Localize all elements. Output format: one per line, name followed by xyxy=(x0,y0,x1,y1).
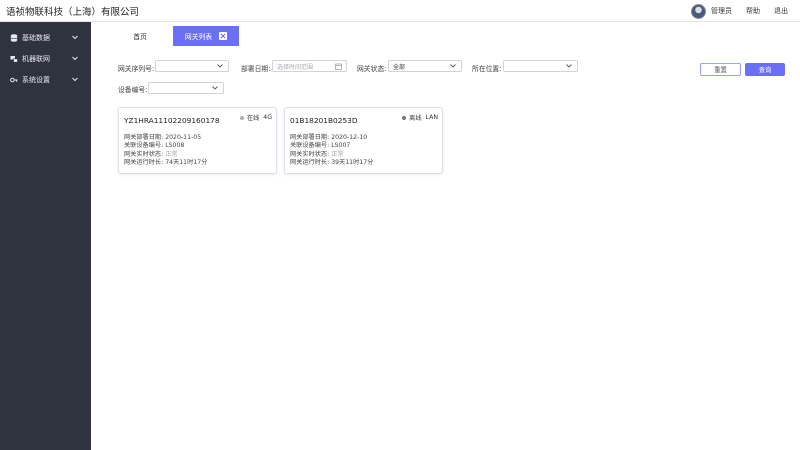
realtime-status: 正常 xyxy=(331,150,344,158)
status-text: 离线 xyxy=(409,115,422,122)
location-select[interactable] xyxy=(503,60,578,72)
status-badge: 在线 4G xyxy=(239,113,272,122)
realtime-status: 正常 xyxy=(165,150,178,158)
detail-label: 网关运行时长: xyxy=(124,159,164,167)
device-number: LS008 xyxy=(165,142,185,150)
sidebar-item-basic-data[interactable]: 基础数据 xyxy=(0,29,91,47)
filter-form: 网关序列号: 部署日期: 选择时间范围 网关状态: 全部 所在位置: 设备编号: xyxy=(91,56,800,96)
gateway-serial: YZ1HRA11102209160178 xyxy=(124,116,220,125)
device-select[interactable] xyxy=(148,82,224,94)
date-placeholder: 选择时间范围 xyxy=(277,63,314,71)
sidebar-item-label: 机器联网 xyxy=(22,55,50,63)
detail-label: 关联设备编号: xyxy=(124,142,164,150)
search-button[interactable]: 查询 xyxy=(745,63,785,76)
uptime: 39天11时17分 xyxy=(331,159,374,167)
detail-label: 网关部署日期: xyxy=(124,134,164,141)
detail-label: 网关实时状态: xyxy=(290,150,330,158)
device-number: LS007 xyxy=(331,142,351,150)
deploy-date: 2020-12-10 xyxy=(331,134,368,141)
date-label: 部署日期: xyxy=(241,65,271,73)
gateway-card[interactable]: 01B18201B0253D 离线 LAN 网关部署日期: 2020-12-10… xyxy=(284,107,443,174)
sidebar-item-system-settings[interactable]: 系统设置 xyxy=(0,71,91,89)
status-text: 在线 xyxy=(246,115,260,122)
network-type: LAN xyxy=(425,114,438,121)
gateway-serial: 01B18201B0253D xyxy=(290,116,358,125)
reset-button[interactable]: 重置 xyxy=(700,63,741,76)
location-label: 所在位置: xyxy=(472,65,502,73)
network-type: 4G xyxy=(263,114,272,121)
detail-label: 网关实时状态: xyxy=(124,150,164,158)
database-icon xyxy=(10,34,18,42)
tab-label: 网关列表 xyxy=(184,33,213,41)
date-range-input[interactable]: 选择时间范围 xyxy=(272,60,347,72)
detail-label: 网关部署日期: xyxy=(290,134,330,141)
detail-label: 网关运行时长: xyxy=(290,159,330,167)
detail-label: 关联设备编号: xyxy=(290,142,330,150)
card-details: 网关部署日期: 2020-12-10 关联设备编号: LS007 网关实时状态:… xyxy=(290,134,373,168)
status-value: 全部 xyxy=(393,63,406,71)
app-title: 语祯物联科技（上海）有限公司 xyxy=(6,7,140,18)
top-bar: 语祯物联科技（上海）有限公司 管理员 帮助 退出 xyxy=(0,0,800,22)
status-dot-icon xyxy=(402,115,407,120)
tab-gateway-list[interactable]: 网关列表 xyxy=(173,26,239,46)
tab-home[interactable]: 首页 xyxy=(127,26,153,46)
sidebar: 基础数据 机器联网 系统设置 xyxy=(0,22,91,450)
gateway-card[interactable]: YZ1HRA11102209160178 在线 4G 网关部署日期: 2020-… xyxy=(118,107,277,174)
status-select[interactable]: 全部 xyxy=(388,60,462,72)
calendar-icon xyxy=(335,63,342,70)
serial-label: 网关序列号: xyxy=(118,65,155,73)
logout-link[interactable]: 退出 xyxy=(774,6,788,16)
sidebar-item-label: 系统设置 xyxy=(22,76,50,84)
sidebar-item-machine-network[interactable]: 机器联网 xyxy=(0,50,91,68)
chevron-down-icon xyxy=(72,35,78,40)
sidebar-item-label: 基础数据 xyxy=(22,34,50,42)
status-badge: 离线 LAN xyxy=(402,113,438,122)
chevron-down-icon xyxy=(566,64,572,68)
chevron-down-icon xyxy=(217,64,223,68)
chevron-down-icon xyxy=(72,77,78,82)
chevron-down-icon xyxy=(450,64,456,68)
device-label: 设备编号: xyxy=(118,86,148,94)
chevron-down-icon xyxy=(212,86,218,90)
avatar[interactable] xyxy=(691,3,706,19)
deploy-date: 2020-11-05 xyxy=(165,134,202,141)
serial-select[interactable] xyxy=(155,60,229,72)
status-dot-icon xyxy=(239,115,244,120)
close-icon[interactable] xyxy=(219,32,228,40)
card-details: 网关部署日期: 2020-11-05 关联设备编号: LS008 网关实时状态:… xyxy=(124,134,207,168)
network-icon xyxy=(10,55,18,63)
chevron-down-icon xyxy=(72,56,78,61)
status-label: 网关状态: xyxy=(357,65,387,73)
uptime: 74天11时17分 xyxy=(165,159,208,167)
help-link[interactable]: 帮助 xyxy=(746,6,760,16)
user-name[interactable]: 管理员 xyxy=(711,6,732,16)
top-right-menu: 管理员 帮助 退出 xyxy=(691,2,788,20)
tab-bar: 首页 网关列表 xyxy=(91,22,800,46)
key-icon xyxy=(10,76,18,84)
